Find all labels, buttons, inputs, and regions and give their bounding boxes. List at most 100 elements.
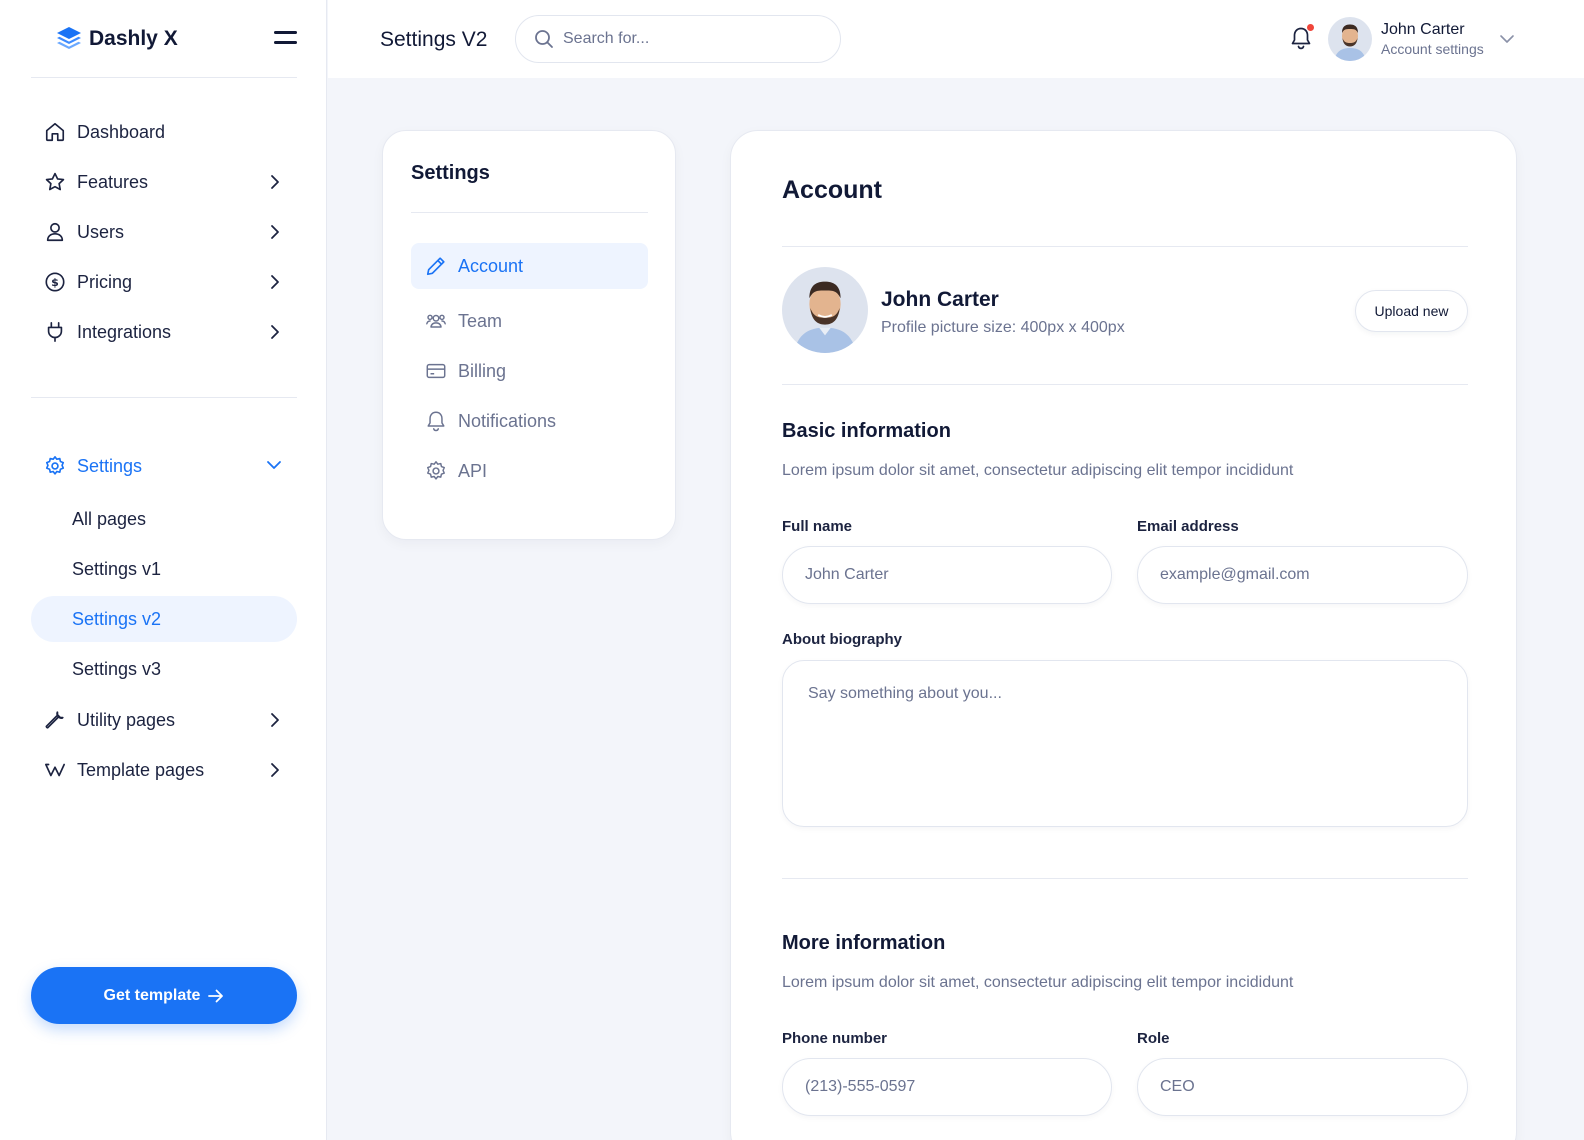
bio-label: About biography [782,631,902,648]
bio-textarea[interactable] [782,660,1468,827]
home-icon [43,120,67,144]
sidebar-item-label: Template pages [77,759,205,780]
chevron-right-icon [270,324,280,340]
gear-icon [43,454,67,478]
settings-tab-label: Billing [458,360,507,381]
settings-tab-label: Notifications [458,410,557,431]
search-icon [534,29,554,49]
basic-info-title: Basic information [782,420,951,442]
email-field[interactable] [1137,546,1468,604]
brand-name: Dashly X [89,27,178,50]
sidebar-subitem-settings-v2[interactable]: Settings v2 [31,596,297,642]
more-info-title: More information [782,932,946,954]
chevron-right-icon [270,762,280,778]
sidebar-item-features[interactable]: Features [31,159,297,205]
settings-nav-title: Settings [411,162,490,184]
sidebar-subitem-label: Settings v3 [72,658,162,679]
account-divider [782,246,1468,247]
chevron-down-icon[interactable] [1499,34,1515,44]
phone-label: Phone number [782,1030,888,1047]
sidebar-item-label: Features [77,171,149,192]
sidebar-subitem-label: Settings v2 [72,608,162,629]
sidebar-item-utility-pages[interactable]: Utility pages [31,697,297,743]
user-subtitle: Account settings [1381,41,1484,57]
sidebar: Dashly X Dashboard Features Users $ Pric… [0,0,327,1140]
user-icon [43,220,67,244]
chevron-right-icon [270,174,280,190]
more-info-description: Lorem ipsum dolor sit amet, consectetur … [782,974,1294,991]
hamburger-menu-icon[interactable] [274,28,298,48]
arrow-right-icon [208,989,224,1003]
full-name-label: Full name [782,518,853,535]
full-name-field[interactable] [782,546,1112,604]
sidebar-item-label: Dashboard [77,121,166,142]
sidebar-subitem-all-pages[interactable]: All pages [31,496,297,542]
settings-tab-api[interactable]: API [411,448,648,494]
notification-dot [1307,24,1314,31]
webflow-icon [43,758,67,782]
pencil-icon [424,254,448,278]
profile-name: John Carter [881,288,999,311]
layers-logo-icon[interactable] [55,24,83,52]
settings-tab-billing[interactable]: Billing [411,348,648,394]
user-name: John Carter [1381,21,1465,38]
profile-divider [782,384,1468,385]
sidebar-item-label: Users [77,221,125,242]
settings-tab-label: Account [458,255,524,276]
svg-text:$: $ [51,276,59,289]
card-icon [424,359,448,383]
search-input[interactable] [563,30,813,48]
dollar-icon: $ [43,270,67,294]
avatar[interactable] [1328,17,1372,61]
sidebar-divider [31,397,297,398]
bell-icon [424,409,448,433]
sidebar-item-label: Utility pages [77,709,176,730]
settings-tab-notifications[interactable]: Notifications [411,398,648,444]
settings-nav-divider [411,212,648,213]
settings-tab-label: Team [458,310,503,331]
email-label: Email address [1137,518,1239,535]
sidebar-item-dashboard[interactable]: Dashboard [31,109,297,155]
star-icon [43,170,67,194]
settings-tab-label: API [458,460,488,481]
sidebar-item-label: Settings [77,455,143,476]
phone-field[interactable] [782,1058,1112,1116]
chevron-down-icon [266,460,282,470]
sidebar-item-integrations[interactable]: Integrations [31,309,297,355]
sidebar-subitem-label: All pages [72,508,147,529]
upload-new-button[interactable]: Upload new [1355,290,1468,332]
settings-tab-account[interactable]: Account [411,243,648,289]
sidebar-subitem-label: Settings v1 [72,558,162,579]
account-title: Account [782,176,882,204]
settings-nav-card: Settings Account Team Billing Notificati… [382,130,676,540]
profile-picture-hint: Profile picture size: 400px x 400px [881,319,1125,336]
chevron-right-icon [270,712,280,728]
sidebar-subitem-settings-v3[interactable]: Settings v3 [31,646,297,692]
sidebar-item-label: Integrations [77,321,172,342]
plug-icon [43,320,67,344]
account-card: Account John Carter Profile picture size… [730,130,1517,1140]
page-title: Settings V2 [380,28,488,51]
sidebar-item-pricing[interactable]: $ Pricing [31,259,297,305]
team-icon [424,309,448,333]
get-template-button[interactable]: Get template [31,967,297,1024]
notifications-bell-icon[interactable] [1290,24,1314,50]
search-box[interactable] [515,15,841,63]
role-label: Role [1137,1030,1170,1047]
top-bar: Settings V2 John Carter Account settings [328,0,1584,78]
sidebar-item-label: Pricing [77,271,133,292]
basic-info-description: Lorem ipsum dolor sit amet, consectetur … [782,462,1294,479]
sidebar-item-template-pages[interactable]: Template pages [31,747,297,793]
wrench-icon [43,708,67,732]
sidebar-item-users[interactable]: Users [31,209,297,255]
role-field[interactable] [1137,1058,1468,1116]
brand-header: Dashly X [31,0,297,78]
profile-avatar[interactable] [782,267,868,353]
sidebar-item-settings[interactable]: Settings [31,443,297,489]
chevron-right-icon [270,224,280,240]
gear-icon [424,459,448,483]
sidebar-subitem-settings-v1[interactable]: Settings v1 [31,546,297,592]
section-divider [782,878,1468,879]
settings-tab-team[interactable]: Team [411,298,648,344]
chevron-right-icon [270,274,280,290]
